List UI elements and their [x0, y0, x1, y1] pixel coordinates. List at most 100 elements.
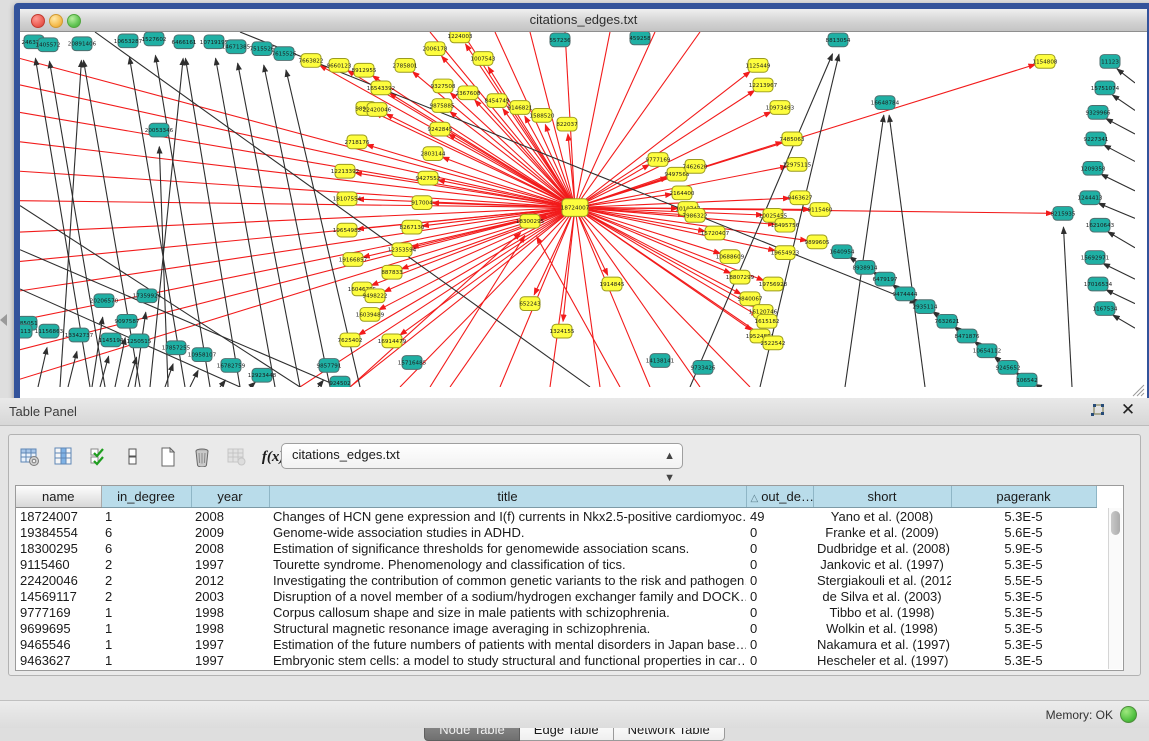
table-row[interactable]: 911546021997Tourette syndrome. Phenomeno…: [16, 556, 1096, 572]
table-cell[interactable]: 5.3E-5: [951, 636, 1096, 652]
table-cell[interactable]: 2008: [191, 540, 269, 556]
table-cell[interactable]: 0: [746, 652, 813, 668]
graph-node[interactable]: 2718176: [345, 135, 370, 149]
graph-node[interactable]: 9875885: [430, 99, 455, 113]
table-cell[interactable]: 0: [746, 540, 813, 556]
table-cell[interactable]: 0: [746, 588, 813, 604]
table-cell[interactable]: 5.3E-5: [951, 620, 1096, 636]
table-cell[interactable]: Franke et al. (2009): [813, 524, 951, 540]
graph-node[interactable]: 9660123: [327, 58, 352, 72]
graph-node[interactable]: 17857255: [162, 341, 191, 355]
table-cell[interactable]: 0: [746, 524, 813, 540]
graph-node[interactable]: 18807299: [726, 270, 755, 284]
table-cell[interactable]: 6: [101, 540, 191, 556]
table-row[interactable]: 977716911998Corpus callosum shape and si…: [16, 604, 1096, 620]
column-header-title[interactable]: title: [269, 486, 746, 508]
table-cell[interactable]: 9463627: [16, 652, 101, 668]
graph-node[interactable]: 16210643: [1086, 218, 1115, 232]
table-cell[interactable]: Yano et al. (2008): [813, 508, 951, 525]
graph-node[interactable]: 9857791: [317, 359, 342, 373]
graph-node[interactable]: 7615526: [272, 47, 297, 61]
graph-node[interactable]: 2006178: [423, 42, 448, 56]
graph-node[interactable]: 15720407: [701, 226, 730, 240]
table-row[interactable]: 969969511998Structural magnetic resonanc…: [16, 620, 1096, 636]
table-cell[interactable]: de Silva et al. (2003): [813, 588, 951, 604]
graph-hub-node[interactable]: 18724007: [561, 199, 590, 217]
column-header-short[interactable]: short: [813, 486, 951, 508]
graph-node[interactable]: 9242845: [428, 122, 453, 136]
graph-node[interactable]: 12213967: [749, 78, 778, 92]
graph-node[interactable]: 1145194: [99, 333, 124, 347]
column-header-in_degree[interactable]: in_degree: [101, 486, 191, 508]
graph-node[interactable]: 1250515: [127, 334, 152, 348]
graph-node[interactable]: 9733426: [691, 361, 716, 375]
panel-collapse-arrow-icon[interactable]: [0, 314, 7, 326]
table-cell[interactable]: 14569117: [16, 588, 101, 604]
table-cell[interactable]: Estimation of the future numbers of pati…: [269, 636, 746, 652]
graph-node[interactable]: 9097587: [115, 314, 140, 328]
graph-node[interactable]: 2164400: [670, 186, 695, 200]
table-cell[interactable]: 1: [101, 508, 191, 525]
graph-node[interactable]: 9474444: [893, 287, 918, 301]
window-titlebar[interactable]: citations_edges.txt: [20, 9, 1147, 32]
graph-node[interactable]: 9227341: [1084, 132, 1109, 146]
graph-node[interactable]: 652243: [519, 297, 541, 311]
table-row[interactable]: 1456911722003Disruption of a novel membe…: [16, 588, 1096, 604]
table-cell[interactable]: 0: [746, 572, 813, 588]
graph-node[interactable]: 7625402: [338, 333, 363, 347]
table-cell[interactable]: 1997: [191, 556, 269, 572]
graph-node[interactable]: 19166857: [339, 253, 368, 267]
column-header-pagerank[interactable]: pagerank: [951, 486, 1096, 508]
graph-node[interactable]: 1588520: [530, 108, 555, 122]
graph-node[interactable]: 11123: [1100, 55, 1120, 69]
graph-node[interactable]: 2785801: [393, 58, 418, 72]
graph-node[interactable]: 9498222: [363, 289, 388, 303]
table-cell[interactable]: 2012: [191, 572, 269, 588]
graph-node[interactable]: 6479197: [873, 272, 898, 286]
graph-node[interactable]: 12213392: [331, 164, 359, 178]
graph-node[interactable]: 9327508: [431, 79, 456, 93]
graph-node[interactable]: 106542: [1016, 373, 1037, 387]
table-cell[interactable]: 0: [746, 636, 813, 652]
graph-node[interactable]: 11156863: [35, 324, 64, 338]
graph-node[interactable]: 7663822: [299, 54, 324, 68]
graph-node[interactable]: 1125449: [746, 58, 771, 72]
graph-node[interactable]: 18107554: [333, 192, 362, 206]
graph-node[interactable]: 924502: [329, 376, 350, 387]
table-cell[interactable]: 1: [101, 636, 191, 652]
table-cell[interactable]: 9465546: [16, 636, 101, 652]
graph-node[interactable]: 1209358: [1081, 161, 1106, 175]
table-cell[interactable]: 5.9E-5: [951, 540, 1096, 556]
table-cell[interactable]: Disruption of a novel member of a sodium…: [269, 588, 746, 604]
graph-node[interactable]: 9899605: [805, 235, 830, 249]
graph-node[interactable]: 10958107: [188, 348, 217, 362]
graph-node[interactable]: 2803144: [421, 147, 446, 161]
table-cell[interactable]: 5.3E-5: [951, 604, 1096, 620]
node-table[interactable]: namein_degreeyeartitle△out_de…shortpager…: [15, 485, 1124, 671]
table-cell[interactable]: 18724007: [16, 508, 101, 525]
graph-node[interactable]: 16782759: [217, 359, 246, 373]
table-cell[interactable]: 2003: [191, 588, 269, 604]
graph-node[interactable]: 10653287: [114, 34, 143, 48]
graph-node[interactable]: 1405572: [36, 38, 61, 52]
graph-node[interactable]: 8912955: [352, 63, 377, 77]
rows-icon[interactable]: [120, 444, 146, 470]
table-cell[interactable]: Embryonic stem cells: a model to study s…: [269, 652, 746, 668]
graph-node[interactable]: 17359924: [133, 289, 162, 303]
table-cell[interactable]: Stergiakouli et al. (2012): [813, 572, 951, 588]
table-cell[interactable]: 1998: [191, 604, 269, 620]
new-table-icon[interactable]: [155, 444, 181, 470]
table-cell[interactable]: 9115460: [16, 556, 101, 572]
graph-node[interactable]: 1324155: [550, 324, 575, 338]
table-cell[interactable]: Investigating the contribution of common…: [269, 572, 746, 588]
table-row[interactable]: 946554611997Estimation of the future num…: [16, 636, 1096, 652]
graph-node[interactable]: 557236: [549, 33, 571, 47]
row-checks-icon[interactable]: [86, 444, 112, 470]
table-cell[interactable]: 1997: [191, 636, 269, 652]
graph-node[interactable]: 7632621: [935, 314, 960, 328]
table-cell[interactable]: Jankovic et al. (1997): [813, 556, 951, 572]
graph-node[interactable]: 8938914: [853, 260, 878, 274]
vertical-scrollbar[interactable]: [1108, 508, 1122, 669]
table-cell[interactable]: Structural magnetic resonance image aver…: [269, 620, 746, 636]
scrollbar-thumb[interactable]: [1111, 511, 1120, 535]
